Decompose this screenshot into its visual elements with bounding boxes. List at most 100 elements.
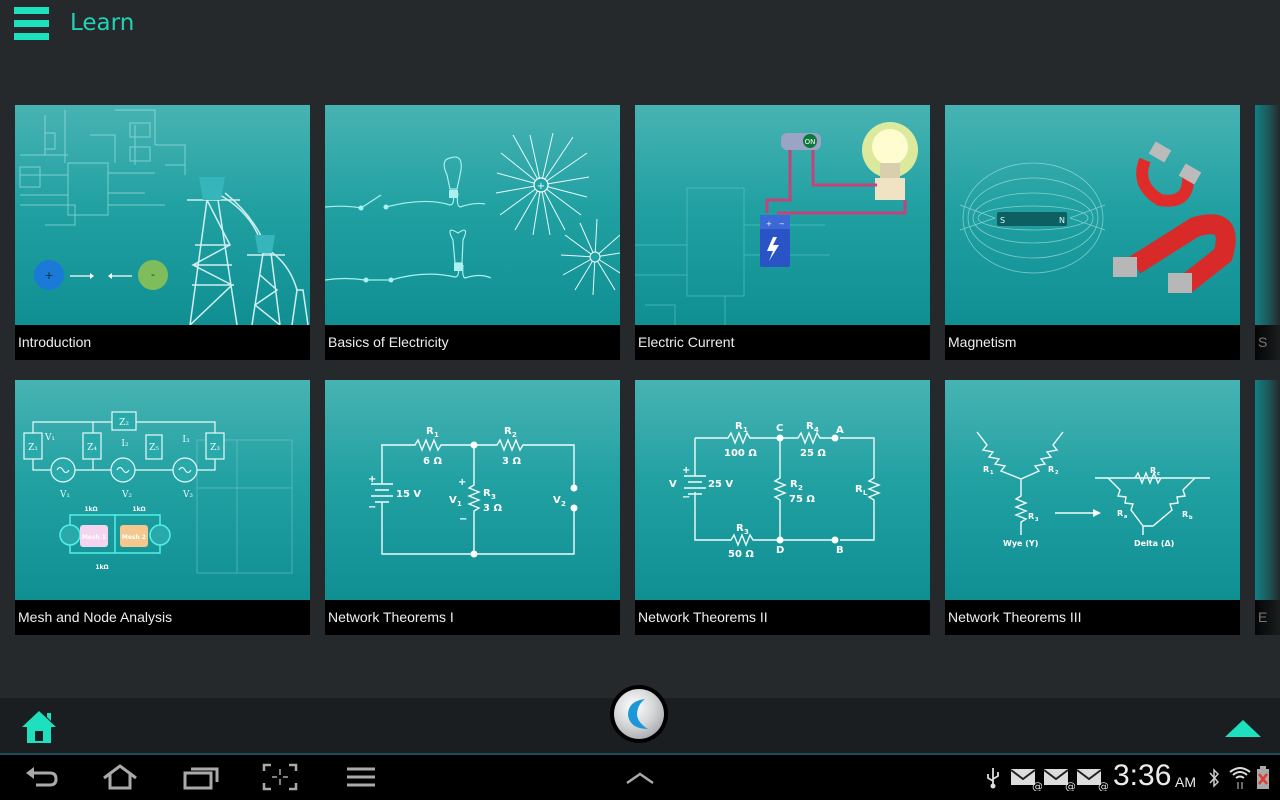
node-b: B bbox=[836, 545, 844, 556]
delta-rc-label: R bbox=[1150, 466, 1156, 475]
tile-image: + bbox=[325, 105, 620, 325]
wye-r3-subscript: 3 bbox=[1035, 517, 1039, 523]
south-pole-label: S bbox=[1000, 216, 1005, 225]
delta-rb-subscript: b bbox=[1189, 515, 1193, 521]
tile-image: R1 100 Ω C R4 25 Ω A R2 75 Ω RL R3 50 Ω … bbox=[635, 380, 930, 600]
tile-label: Basics of Electricity bbox=[325, 325, 620, 360]
mesh1-label: Mesh 1 bbox=[82, 534, 106, 541]
z1-label: Z₁ bbox=[28, 443, 38, 453]
usb-icon bbox=[987, 768, 999, 789]
triangle-up-icon[interactable] bbox=[1225, 720, 1261, 737]
app-logo[interactable] bbox=[610, 685, 668, 743]
tile-introduction[interactable]: + - Introduction bbox=[15, 105, 310, 360]
tile-image bbox=[1255, 105, 1280, 325]
source-label: V bbox=[669, 479, 677, 490]
electric-current-illustration: ON + − bbox=[635, 122, 918, 325]
r4-label: R bbox=[806, 421, 814, 432]
recent-apps-icon[interactable] bbox=[182, 761, 220, 793]
page-title: Learn bbox=[70, 10, 135, 36]
basics-illustration: + bbox=[325, 132, 620, 296]
r4-subscript: 4 bbox=[814, 426, 819, 434]
chevron-up-icon[interactable] bbox=[624, 761, 656, 793]
wye-r2-subscript: 2 bbox=[1055, 470, 1059, 476]
r3-subscript: 3 bbox=[491, 493, 496, 501]
r2-label: R bbox=[504, 426, 512, 437]
tile-partial-next[interactable]: S bbox=[1255, 105, 1280, 360]
delta-label: Delta (Δ) bbox=[1134, 539, 1174, 548]
email-icon: @ bbox=[1010, 769, 1042, 791]
svg-text:@: @ bbox=[1032, 780, 1042, 791]
introduction-illustration: + - bbox=[19, 109, 309, 325]
tile-basics-of-electricity[interactable]: + Basics of Electricity bbox=[325, 105, 620, 360]
screenshot-icon[interactable] bbox=[262, 761, 298, 793]
vi-label: V₁ bbox=[44, 433, 55, 443]
switch-on-label: ON bbox=[805, 138, 816, 146]
battery-icon bbox=[1257, 766, 1269, 789]
tile-label: E bbox=[1255, 600, 1280, 635]
tile-label: Magnetism bbox=[945, 325, 1240, 360]
v1-minus: − bbox=[459, 514, 467, 525]
svg-text:+: + bbox=[537, 181, 545, 192]
tile-label: Electric Current bbox=[635, 325, 930, 360]
v2-label: V bbox=[553, 495, 561, 506]
menu-icon[interactable] bbox=[345, 761, 377, 793]
tile-network-theorems-ii[interactable]: R1 100 Ω C R4 25 Ω A R2 75 Ω RL R3 50 Ω … bbox=[635, 380, 930, 635]
tile-label: Network Theorems III bbox=[945, 600, 1240, 635]
v1-label: V₁ bbox=[59, 490, 70, 500]
clock-ampm: AM bbox=[1175, 774, 1196, 790]
system-navigation-bar: @ @ @ 3:36 AM bbox=[0, 755, 1280, 800]
tile-image: R1 6 Ω R2 3 Ω R3 3 Ω 15 V V1 V2 + − + − bbox=[325, 380, 620, 600]
r4-value: 25 Ω bbox=[800, 448, 826, 459]
tile-partial-next[interactable]: E bbox=[1255, 380, 1280, 635]
r3-label: 1kΩ bbox=[95, 564, 108, 571]
r3-subscript: 3 bbox=[744, 528, 749, 536]
back-icon[interactable] bbox=[22, 761, 60, 793]
svg-text:@: @ bbox=[1098, 780, 1108, 791]
source-plus: + bbox=[682, 465, 690, 476]
tile-label: Network Theorems I bbox=[325, 600, 620, 635]
tile-magnetism[interactable]: S N Magnetism bbox=[945, 105, 1240, 360]
tile-image: R1 R2 R3 Rc Ra Rb Wye (Y) Delta (Δ) bbox=[945, 380, 1240, 600]
r1-value: 6 Ω bbox=[423, 456, 442, 467]
positive-charge-label: + bbox=[44, 269, 53, 282]
source-minus: − bbox=[682, 492, 690, 503]
r1-subscript: 1 bbox=[434, 431, 439, 439]
tile-image: + - bbox=[15, 105, 310, 325]
wye-r1-label: R bbox=[983, 465, 989, 474]
node-a: A bbox=[836, 425, 844, 436]
tile-network-theorems-i[interactable]: R1 6 Ω R2 3 Ω R3 3 Ω 15 V V1 V2 + − + − … bbox=[325, 380, 620, 635]
tile-image: ON + − bbox=[635, 105, 930, 325]
r2-label: R bbox=[790, 479, 798, 490]
source-minus: − bbox=[368, 502, 376, 513]
clock-time: 3:36 bbox=[1113, 759, 1172, 792]
r3-value: 3 Ω bbox=[483, 503, 502, 514]
mesh2-label: Mesh 2 bbox=[122, 534, 146, 541]
home-icon[interactable] bbox=[100, 761, 140, 793]
email-icon: @ bbox=[1043, 769, 1075, 791]
network-theorems-2-diagram: R1 100 Ω C R4 25 Ω A R2 75 Ω RL R3 50 Ω … bbox=[669, 421, 881, 560]
node-d: D bbox=[776, 545, 784, 556]
r2-subscript: 2 bbox=[512, 431, 517, 439]
node-c: C bbox=[776, 423, 783, 434]
source-plus: + bbox=[368, 474, 376, 485]
z3-label: Z₃ bbox=[210, 443, 220, 453]
tile-label: Network Theorems II bbox=[635, 600, 930, 635]
tile-electric-current[interactable]: ON + − Electric Current bbox=[635, 105, 930, 360]
hamburger-menu-icon[interactable] bbox=[14, 7, 50, 41]
network-theorems-1-diagram: R1 6 Ω R2 3 Ω R3 3 Ω 15 V V1 V2 + − + − bbox=[368, 426, 578, 558]
tile-mesh-and-node-analysis[interactable]: Z₁ Z₂ Z₃ Z₄ Z₅ I₂ I₃ V₁ V₁ V₂ V₃ Mesh 1 bbox=[15, 380, 310, 635]
v1-plus: + bbox=[458, 477, 466, 488]
r2-value: 3 Ω bbox=[502, 456, 521, 467]
negative-charge-label: - bbox=[151, 268, 155, 281]
svg-text:@: @ bbox=[1065, 780, 1075, 791]
home-icon[interactable] bbox=[20, 709, 58, 745]
r2-subscript: 2 bbox=[798, 484, 803, 492]
tile-network-theorems-iii[interactable]: R1 R2 R3 Rc Ra Rb Wye (Y) Delta (Δ) Netw… bbox=[945, 380, 1240, 635]
r1-label: R bbox=[426, 426, 434, 437]
delta-rb-label: R bbox=[1182, 510, 1188, 519]
tile-label: Introduction bbox=[15, 325, 310, 360]
z4-label: Z₄ bbox=[87, 443, 97, 453]
magnetism-illustration: S N bbox=[959, 141, 1236, 293]
source-voltage: 25 V bbox=[708, 479, 733, 490]
delta-ra-subscript: a bbox=[1124, 514, 1127, 520]
